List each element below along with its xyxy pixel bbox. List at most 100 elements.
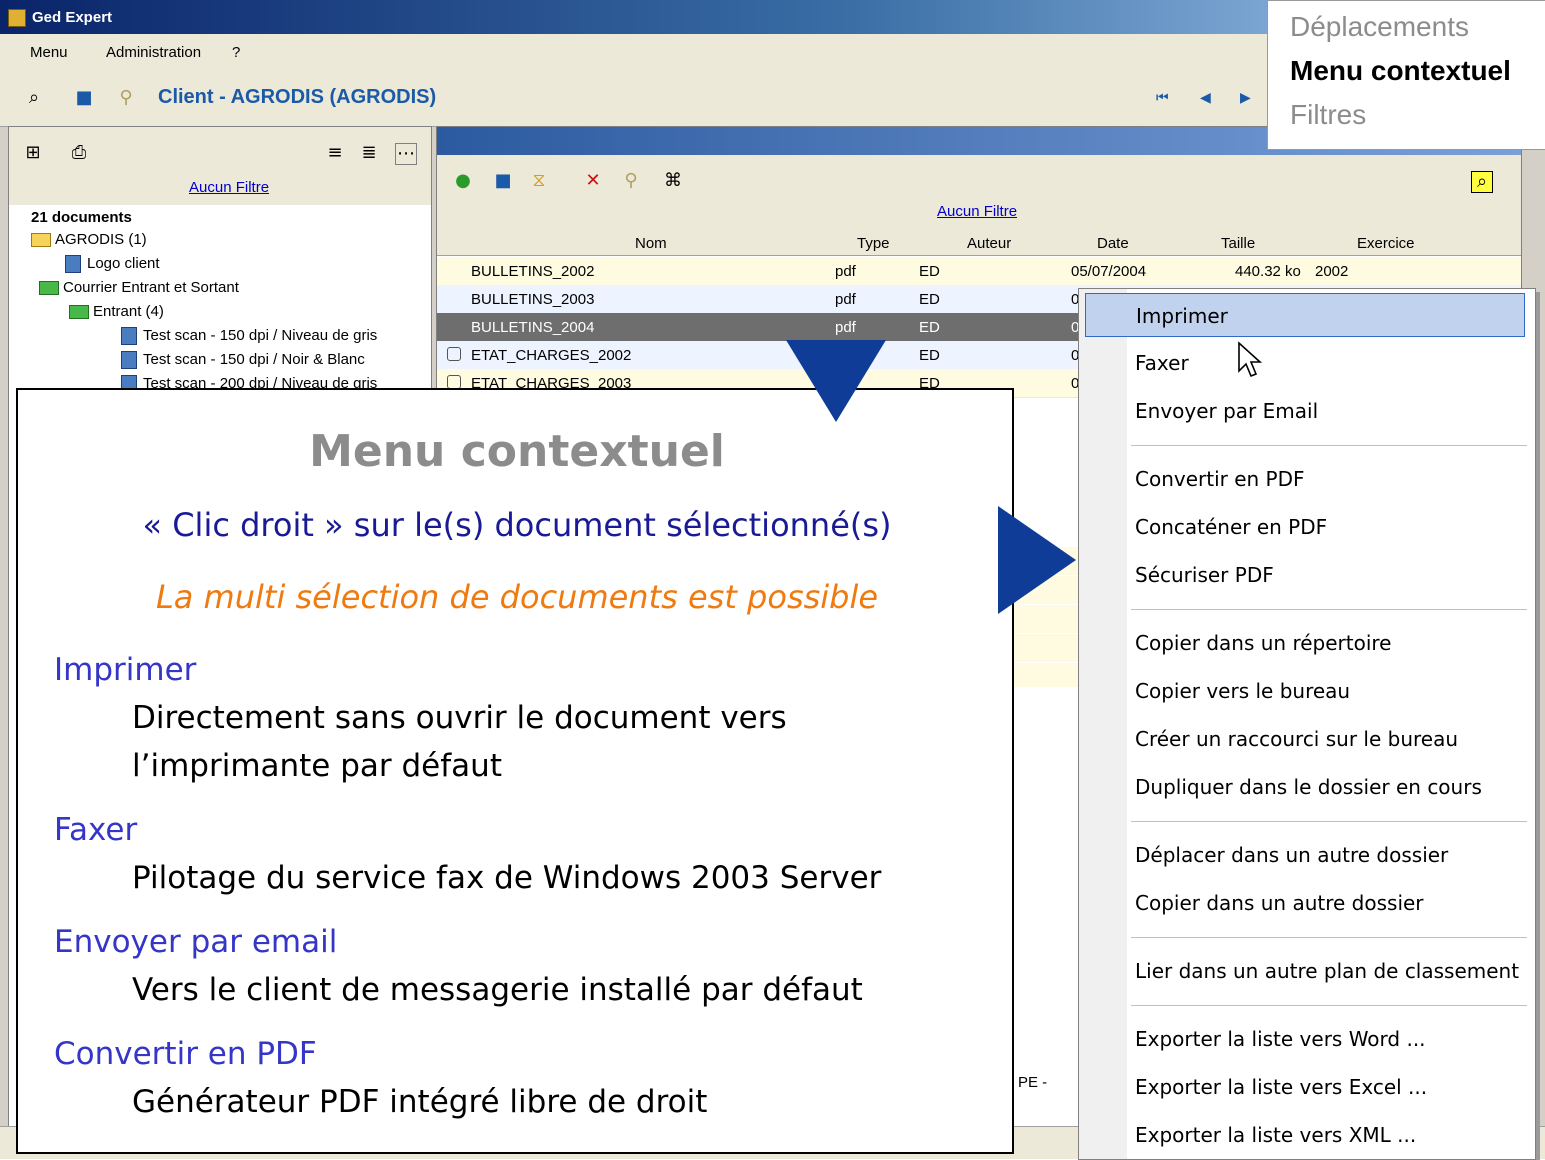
feature-desc-email: Vers le client de messagerie installé pa… [132, 972, 863, 1008]
cell-auteur: ED [919, 319, 940, 336]
menu-item-imprimer[interactable]: Imprimer [1085, 293, 1525, 337]
menu-item-convertir-pdf[interactable]: Convertir en PDF [1135, 457, 1305, 501]
tree-node-label: AGRODIS (1) [55, 231, 147, 248]
tree-node[interactable]: Test scan - 150 dpi / Noir & Blanc [121, 351, 365, 370]
menu-item-envoyer-email[interactable]: Envoyer par Email [1135, 389, 1318, 433]
collapse-tree-icon[interactable]: ≣ [359, 143, 379, 163]
feature-desc-faxer: Pilotage du service fax de Windows 2003 … [132, 860, 882, 896]
menu-item-copier-bureau[interactable]: Copier vers le bureau [1135, 669, 1350, 713]
menu-item-export-word[interactable]: Exporter la liste vers Word ... [1135, 1017, 1426, 1061]
file-icon [65, 255, 81, 274]
menu-item-deplacer[interactable]: Déplacer dans un autre dossier [1135, 833, 1448, 877]
refresh-icon[interactable]: ● [453, 171, 473, 191]
window-title: Ged Expert [32, 9, 113, 26]
feature-heading-faxer: Faxer [54, 812, 138, 848]
cell-nom: BULLETINS_2004 [471, 319, 595, 336]
cell-auteur: ED [919, 291, 940, 308]
tree-node[interactable]: Test scan - 150 dpi / Niveau de gris [121, 327, 377, 346]
callout-box: Menu contextuel « Clic droit » sur le(s)… [16, 388, 1014, 1154]
taskbar-item[interactable]: PE - [1018, 1074, 1047, 1091]
tree-node-label: Test scan - 150 dpi / Noir & Blanc [143, 351, 365, 368]
tree-node[interactable]: Entrant (4) [69, 303, 164, 320]
menu-separator [1131, 937, 1527, 938]
menu-separator [1131, 1005, 1527, 1006]
cell-type: pdf [835, 291, 856, 308]
add-folder-icon[interactable]: ⊞ [23, 143, 43, 163]
menu-item-dupliquer[interactable]: Dupliquer dans le dossier en cours [1135, 765, 1482, 809]
table-row[interactable]: BULLETINS_2002 pdf ED 05/07/2004 440.32 … [437, 257, 1521, 286]
column-header-date[interactable]: Date [1097, 235, 1129, 252]
cell-date: 05/07/2004 [1071, 263, 1147, 280]
client-title: Client - AGRODIS (AGRODIS) [158, 86, 437, 108]
column-header-taille[interactable]: Taille [1221, 235, 1255, 252]
tree-node[interactable]: AGRODIS (1) [31, 231, 147, 248]
open-folder-icon [69, 305, 89, 320]
column-header-auteur[interactable]: Auteur [967, 235, 1011, 252]
feature-desc-pdf: Générateur PDF intégré libre de droit [132, 1084, 708, 1120]
slide-legend: Déplacements Menu contextuel Filtres [1267, 0, 1545, 150]
cell-auteur: ED [919, 263, 940, 280]
expand-tree-icon[interactable]: ≡ [325, 143, 345, 163]
magnifier-icon[interactable]: ⚲ [621, 171, 641, 191]
menu-item-help[interactable]: ? [232, 44, 240, 61]
attachment-icon[interactable]: ⌘ [663, 171, 683, 191]
document-icon[interactable]: ■ [493, 171, 513, 191]
app-logo-icon [8, 9, 26, 27]
search-icon[interactable]: ⌕ [1471, 171, 1493, 193]
tree-node-label: Logo client [87, 255, 160, 272]
menu-separator [1131, 609, 1527, 610]
column-header-type[interactable]: Type [857, 235, 890, 252]
menu-item-export-excel[interactable]: Exporter la liste vers Excel ... [1135, 1065, 1427, 1109]
scan-dropdown-icon[interactable]: ⧖ [529, 171, 549, 191]
menu-separator [1131, 821, 1527, 822]
file-icon [121, 351, 137, 370]
column-header-exercice[interactable]: Exercice [1357, 235, 1415, 252]
legend-item-deplacements: Déplacements [1290, 11, 1469, 42]
menu-item-creer-raccourci[interactable]: Créer un raccourci sur le bureau [1135, 717, 1458, 761]
grid-filter-link[interactable]: Aucun Filtre [937, 203, 1017, 220]
lock-icon [447, 375, 461, 389]
menu-item-lier-plan[interactable]: Lier dans un autre plan de classement [1135, 949, 1519, 993]
legend-item-filtres: Filtres [1290, 99, 1367, 130]
magnifier-icon[interactable]: ⚲ [116, 88, 136, 108]
callout-subtitle: « Clic droit » sur le(s) document sélect… [142, 506, 892, 544]
column-header-nom[interactable]: Nom [635, 235, 667, 252]
menu-item-securiser-pdf[interactable]: Sécuriser PDF [1135, 553, 1274, 597]
menu-item-concatener-pdf[interactable]: Concaténer en PDF [1135, 505, 1327, 549]
tree-node-label: Entrant (4) [93, 303, 164, 320]
menu-item-faxer[interactable]: Faxer [1135, 341, 1189, 385]
left-filter-link[interactable]: Aucun Filtre [189, 179, 269, 196]
feature-desc-imprimer-line1: Directement sans ouvrir le document vers [132, 700, 787, 736]
menu-item-administration[interactable]: Administration [106, 44, 201, 61]
tree-node[interactable]: Logo client [65, 255, 160, 274]
feature-desc-imprimer-line2: l’imprimante par défaut [132, 748, 502, 784]
file-icon [121, 327, 137, 346]
menu-item-menu[interactable]: Menu [30, 44, 68, 61]
callout-note: La multi sélection de documents est poss… [155, 578, 879, 616]
print-icon[interactable]: ⎙ [69, 143, 89, 163]
previous-record-icon[interactable]: ◀ [1200, 90, 1211, 106]
cell-taille: 440.32 ko [1235, 263, 1301, 280]
binoculars-icon[interactable]: ⌕ [24, 88, 44, 108]
menu-item-export-xml[interactable]: Exporter la liste vers XML ... [1135, 1113, 1416, 1157]
delete-icon[interactable]: ✕ [583, 171, 603, 191]
folder-icon [31, 233, 51, 248]
context-menu: Imprimer Faxer Envoyer par Email Convert… [1078, 288, 1536, 1160]
cell-nom: BULLETINS_2002 [471, 263, 595, 280]
tree-options-icon[interactable]: ⋯ [395, 143, 417, 165]
pointer-arrow-right [998, 506, 1076, 614]
feature-heading-pdf: Convertir en PDF [54, 1036, 317, 1072]
callout-title: Menu contextuel [309, 426, 725, 477]
first-record-icon[interactable]: ⏮ [1156, 90, 1169, 106]
tree-node-label: Courrier Entrant et Sortant [63, 279, 239, 296]
cell-auteur: ED [919, 347, 940, 364]
menu-item-copier-repertoire[interactable]: Copier dans un répertoire [1135, 621, 1391, 665]
next-record-icon[interactable]: ▶ [1240, 90, 1251, 106]
tree-node[interactable]: Courrier Entrant et Sortant [39, 279, 239, 296]
cell-nom: BULLETINS_2003 [471, 291, 595, 308]
open-folder-icon [39, 281, 59, 296]
document-icon[interactable]: ■ [74, 88, 94, 108]
mouse-cursor-icon [1238, 341, 1263, 378]
cell-type: pdf [835, 263, 856, 280]
menu-item-copier-dossier[interactable]: Copier dans un autre dossier [1135, 881, 1424, 925]
